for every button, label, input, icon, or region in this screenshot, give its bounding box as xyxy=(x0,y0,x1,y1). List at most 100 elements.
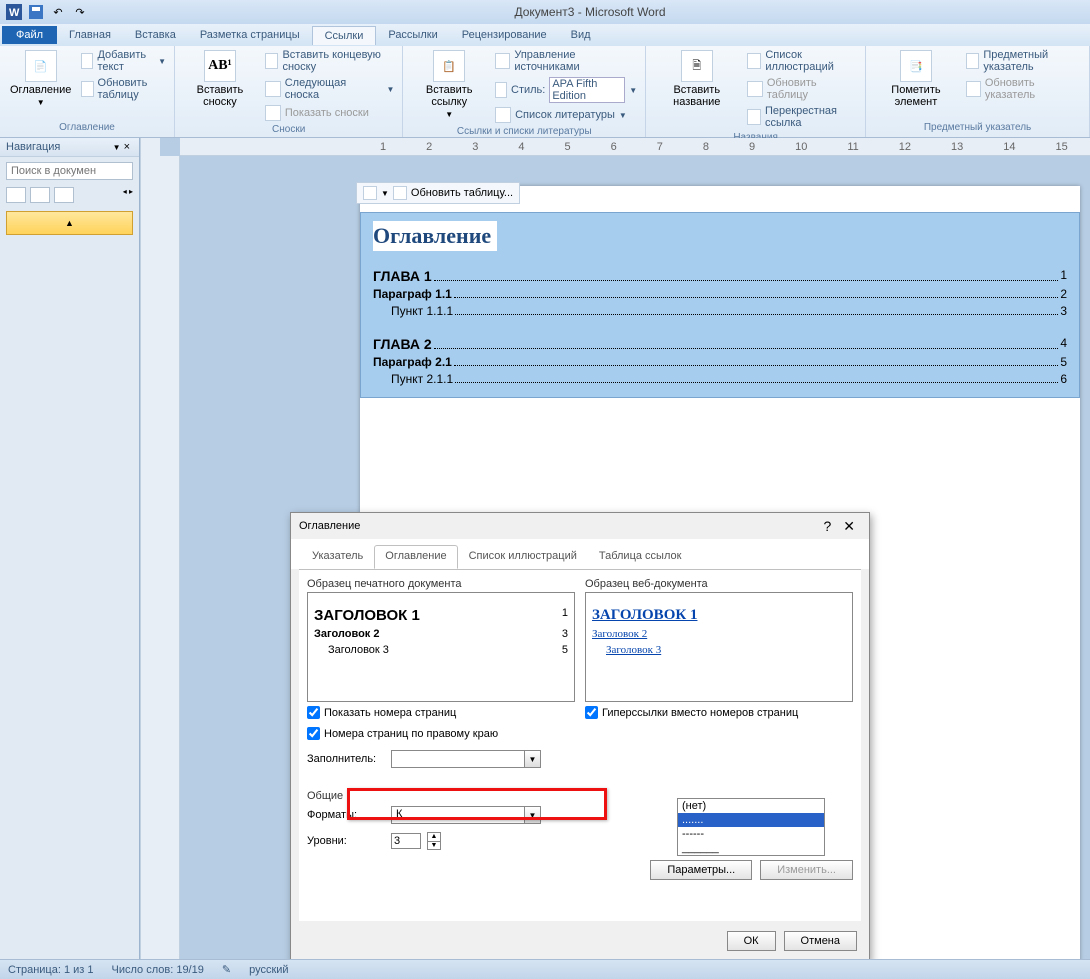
undo-icon[interactable]: ↶ xyxy=(48,2,68,22)
leader-option[interactable]: ______ xyxy=(678,841,824,855)
mark-entry-button[interactable]: 📑Пометить элемент xyxy=(872,48,960,110)
style-button[interactable]: Стиль: APA Fifth Edition▼ xyxy=(493,76,639,104)
toc-row[interactable]: Параграф 1.12 xyxy=(373,287,1067,301)
manage-sources-button[interactable]: Управление источниками xyxy=(493,48,639,74)
ruler-toggle[interactable] xyxy=(140,138,160,959)
print-preview: ЗАГОЛОВОК 11Заголовок 23Заголовок 35 xyxy=(307,592,575,702)
window-title: Документ3 - Microsoft Word xyxy=(90,5,1090,19)
hyperlinks-checkbox[interactable]: Гиперссылки вместо номеров страниц xyxy=(585,706,853,719)
status-words[interactable]: Число слов: 19/19 xyxy=(112,964,204,976)
tab-layout[interactable]: Разметка страницы xyxy=(188,26,312,44)
toc-row[interactable]: ГЛАВА 24 xyxy=(373,336,1067,352)
formats-label: Форматы: xyxy=(307,809,385,821)
levels-label: Уровни: xyxy=(307,835,385,847)
menubar: Файл Главная Вставка Разметка страницы С… xyxy=(0,24,1090,46)
navigation-pane: Навигация ▼ × ◂ ▸ ▲ xyxy=(0,138,140,959)
insert-footnote-button[interactable]: AB¹Вставить сноску xyxy=(181,48,259,110)
group-citations: 📋Вставить ссылку▼ Управление источниками… xyxy=(403,46,646,137)
nav-tab-headings[interactable] xyxy=(6,187,26,203)
search-input[interactable] xyxy=(6,162,133,180)
spinner-up-icon[interactable]: ▲ xyxy=(428,833,440,842)
toc-dialog: Оглавление ? ✕ Указатель Оглавление Спис… xyxy=(290,512,870,962)
leader-combo[interactable]: ▼ xyxy=(391,750,541,768)
insert-index-button[interactable]: Предметный указатель xyxy=(964,48,1083,74)
toc-row[interactable]: Параграф 2.15 xyxy=(373,355,1067,369)
close-icon[interactable]: × xyxy=(121,141,133,153)
update-toc-button[interactable]: Обновить таблицу xyxy=(79,76,168,102)
formats-combo[interactable]: К▼ xyxy=(391,806,541,824)
dialog-tab-figures[interactable]: Список иллюстраций xyxy=(458,545,588,569)
group-footnotes: AB¹Вставить сноску Вставить концевую сно… xyxy=(175,46,403,137)
toc-row[interactable]: Пункт 2.1.16 xyxy=(373,372,1067,386)
file-tab[interactable]: Файл xyxy=(2,26,57,44)
nav-tab-results[interactable] xyxy=(54,187,74,203)
modify-button: Изменить... xyxy=(760,860,853,880)
tab-insert[interactable]: Вставка xyxy=(123,26,188,44)
svg-text:W: W xyxy=(9,7,20,19)
tab-view[interactable]: Вид xyxy=(559,26,603,44)
save-icon[interactable] xyxy=(26,2,46,22)
redo-icon[interactable]: ↷ xyxy=(70,2,90,22)
params-button[interactable]: Параметры... xyxy=(650,860,752,880)
update-index-button[interactable]: Обновить указатель xyxy=(964,76,1083,102)
toc-row[interactable]: Пункт 1.1.13 xyxy=(373,304,1067,318)
proofing-icon[interactable]: ✎ xyxy=(222,963,231,976)
plus-icon xyxy=(81,53,93,69)
group-index: 📑Пометить элемент Предметный указатель О… xyxy=(866,46,1090,137)
chevron-up-icon: ▲ xyxy=(65,218,74,228)
print-preview-label: Образец печатного документа xyxy=(307,578,575,590)
dialog-tab-authorities[interactable]: Таблица ссылок xyxy=(588,545,693,569)
tab-mailings[interactable]: Рассылки xyxy=(376,26,449,44)
horizontal-ruler[interactable]: 1234567891011121314151617 xyxy=(180,138,1090,156)
word-icon: W xyxy=(4,2,24,22)
bibliography-button[interactable]: Список литературы ▼ xyxy=(493,106,639,124)
nav-title: Навигация xyxy=(6,141,113,153)
leader-option[interactable]: ------ xyxy=(678,827,824,841)
toc-button[interactable]: 📄Оглавление▼ xyxy=(6,48,75,109)
chevron-down-icon: ▼ xyxy=(524,751,540,767)
insert-caption-button[interactable]: 🗎Вставить название xyxy=(652,48,741,110)
web-preview: ЗАГОЛОВОК 1Заголовок 2Заголовок 3 xyxy=(585,592,853,702)
spinner-down-icon[interactable]: ▼ xyxy=(428,842,440,850)
right-align-checkbox[interactable]: Номера страниц по правому краю xyxy=(307,727,575,740)
vertical-ruler[interactable] xyxy=(160,156,180,959)
update-captions-button[interactable]: Обновить таблицу xyxy=(745,76,859,102)
show-pages-checkbox[interactable]: Показать номера страниц xyxy=(307,706,575,719)
leader-dropdown[interactable]: (нет).......------______ xyxy=(677,798,825,856)
tab-home[interactable]: Главная xyxy=(57,26,123,44)
dialog-tab-index[interactable]: Указатель xyxy=(301,545,374,569)
levels-spinner[interactable] xyxy=(391,833,421,849)
dialog-tab-toc[interactable]: Оглавление xyxy=(374,545,457,569)
status-language[interactable]: русский xyxy=(249,964,288,976)
show-notes-button[interactable]: Показать сноски xyxy=(263,104,397,122)
help-icon[interactable]: ? xyxy=(817,518,837,534)
ribbon: 📄Оглавление▼ Добавить текст ▼ Обновить т… xyxy=(0,46,1090,138)
insert-endnote-button[interactable]: Вставить концевую сноску xyxy=(263,48,397,74)
chevron-down-icon[interactable]: ▼ xyxy=(113,143,121,152)
cancel-button[interactable]: Отмена xyxy=(784,931,857,951)
crossref-button[interactable]: Перекрестная ссылка xyxy=(745,104,859,130)
list-figures-button[interactable]: Список иллюстраций xyxy=(745,48,859,74)
status-page[interactable]: Страница: 1 из 1 xyxy=(8,964,94,976)
insert-citation-button[interactable]: 📋Вставить ссылку▼ xyxy=(409,48,489,121)
group-captions: 🗎Вставить название Список иллюстраций Об… xyxy=(646,46,866,137)
leader-option[interactable]: (нет) xyxy=(678,799,824,813)
leader-option[interactable]: ....... xyxy=(678,813,824,827)
ok-button[interactable]: ОК xyxy=(727,931,776,951)
toc-field-toolbar[interactable]: ▼ Обновить таблицу... xyxy=(356,182,520,204)
titlebar: W ↶ ↷ Документ3 - Microsoft Word xyxy=(0,0,1090,24)
group-toc: 📄Оглавление▼ Добавить текст ▼ Обновить т… xyxy=(0,46,175,137)
close-icon[interactable]: ✕ xyxy=(837,518,861,535)
toc-field[interactable]: Оглавление ГЛАВА 11 Параграф 1.12 Пункт 1.… xyxy=(360,212,1080,398)
refresh-icon xyxy=(81,81,93,97)
nav-collapse-button[interactable]: ▲ xyxy=(6,211,133,235)
tab-references[interactable]: Ссылки xyxy=(312,26,377,45)
toc-title: Оглавление xyxy=(373,221,497,251)
next-footnote-button[interactable]: Следующая сноска ▼ xyxy=(263,76,397,102)
dialog-titlebar[interactable]: Оглавление ? ✕ xyxy=(291,513,869,539)
tab-review[interactable]: Рецензирование xyxy=(450,26,559,44)
toc-row[interactable]: ГЛАВА 11 xyxy=(373,268,1067,284)
chevron-icon[interactable]: ◂ ▸ xyxy=(123,187,133,203)
add-text-button[interactable]: Добавить текст ▼ xyxy=(79,48,168,74)
nav-tab-pages[interactable] xyxy=(30,187,50,203)
